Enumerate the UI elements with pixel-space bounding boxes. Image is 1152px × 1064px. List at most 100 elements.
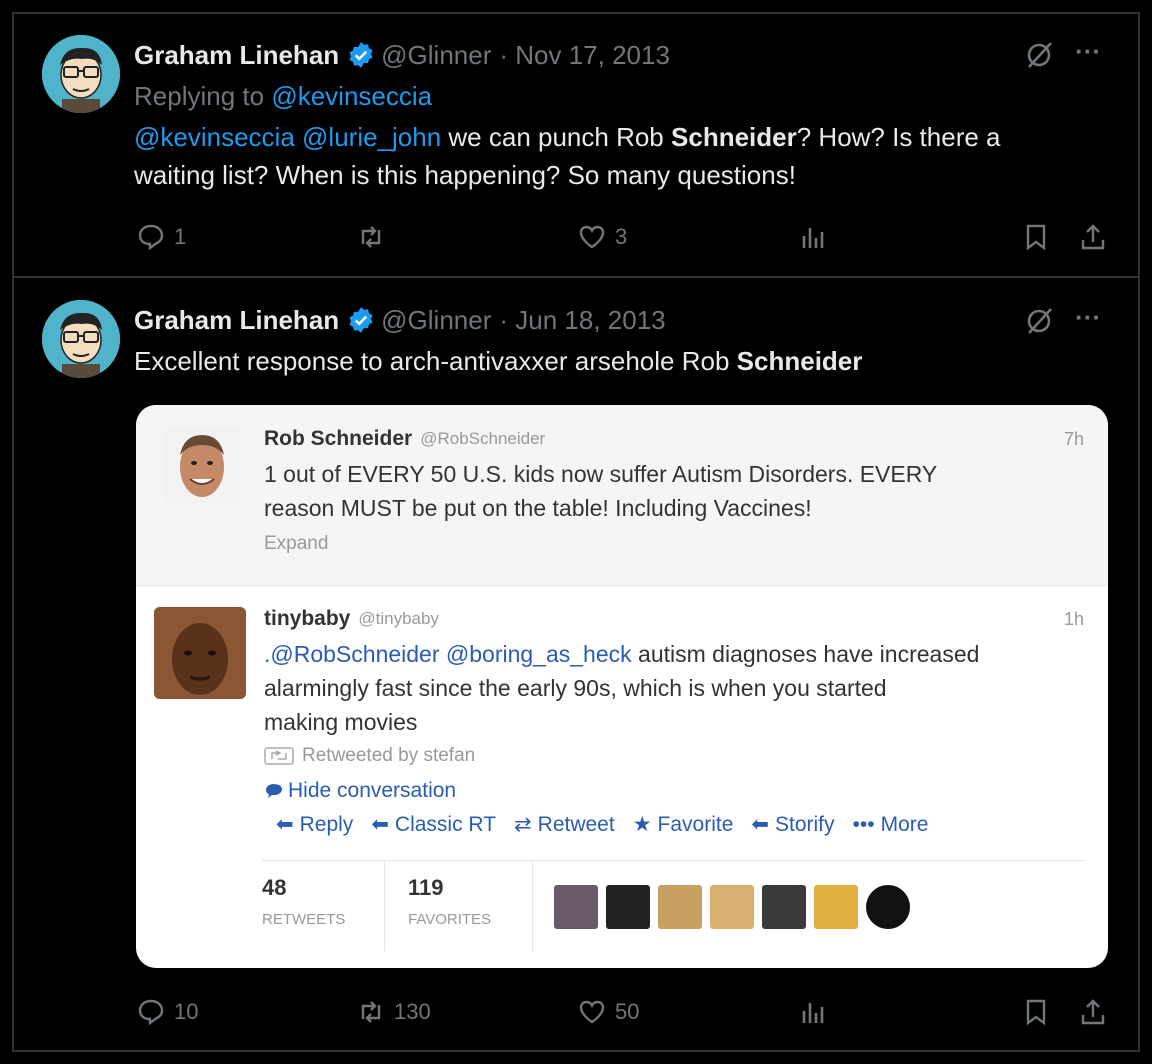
favoriter-avatar (762, 885, 806, 929)
replying-to-label: Replying to (134, 81, 265, 111)
retweeted-by: Retweeted by stefan (264, 745, 475, 767)
heart-icon (579, 1000, 605, 1024)
author-avatar[interactable] (42, 300, 120, 378)
like-count: 50 (615, 999, 640, 1024)
verified-badge-icon (349, 42, 373, 68)
reply-mention: .@RobSchneider (264, 641, 440, 667)
expand-link: Expand (264, 533, 329, 554)
legacy-reply-action: ⬅ Reply (276, 812, 354, 837)
verified-badge-icon (349, 307, 373, 333)
analytics-icon (802, 228, 824, 248)
retweet-count: 130 (394, 999, 431, 1024)
hide-conversation-label: Hide conversation (288, 779, 457, 802)
reply-mention: @boring_as_heck (445, 641, 632, 667)
original-author-handle: @RobSchneider (420, 429, 546, 448)
like-button[interactable]: 50 (577, 997, 639, 1027)
original-author-name: Rob Schneider (264, 427, 413, 450)
views-button[interactable] (798, 222, 828, 252)
more-options-icon[interactable]: ··· (1075, 36, 1101, 67)
embedded-screenshot-image[interactable]: Rob Schneider @RobSchneider 7h 1 out of … (136, 405, 1108, 968)
favoriter-avatar (866, 885, 910, 929)
tweet-text-part: we can punch Rob (448, 122, 664, 152)
legacy-more-action: ••• More (852, 812, 929, 836)
grok-icon[interactable] (1024, 306, 1054, 336)
share-button[interactable] (1078, 997, 1108, 1027)
tweet-date[interactable]: · Jun 18, 2013 (499, 305, 665, 336)
legacy-favorite-action: ★ Favorite (632, 812, 734, 837)
bookmark-button[interactable] (1021, 222, 1051, 252)
favoriter-avatar (658, 885, 702, 929)
tweet-text: Excellent response to arch-antivaxxer ar… (134, 342, 862, 380)
like-button[interactable]: 3 (577, 222, 627, 252)
favoriter-avatar (814, 885, 858, 929)
tweet-text-line: waiting list? When is this happening? So… (134, 160, 796, 190)
tweet-date[interactable]: · Nov 17, 2013 (499, 40, 670, 71)
reply-icon (138, 224, 164, 251)
tweet-text: @kevinseccia @lurie_john we can punch Ro… (134, 118, 1094, 194)
reply-tweet-text: .@RobSchneider @boring_as_heck autism di… (264, 637, 979, 739)
legacy-classic-rt-action: ⬅ Classic RT (371, 812, 497, 837)
retweet-icon (361, 226, 381, 248)
replying-to-handle[interactable]: @kevinseccia (271, 81, 432, 111)
reply-tweet-time: 1h (1063, 609, 1084, 629)
retweeted-by-label: Retweeted by stefan (302, 745, 476, 766)
favoriter-avatar (710, 885, 754, 929)
views-button[interactable] (798, 997, 828, 1027)
favoriter-avatar (554, 885, 598, 929)
author-handle[interactable]: @Glinner (381, 40, 491, 71)
cartoon-avatar-icon (42, 35, 120, 113)
original-tweet-time: 7h (1063, 429, 1084, 449)
favorite-stat-count: 119 (408, 875, 444, 900)
cartoon-avatar-icon (42, 300, 120, 378)
grok-icon[interactable] (1024, 40, 1054, 70)
tweet-text-bold: Schneider (736, 346, 863, 376)
retweet-button[interactable] (356, 222, 386, 252)
original-tweet-text: 1 out of EVERY 50 U.S. kids now suffer A… (264, 457, 937, 525)
bookmark-button[interactable] (1021, 997, 1051, 1027)
mention-link[interactable]: @kevinseccia (134, 122, 295, 152)
reply-count: 1 (174, 224, 187, 249)
favoriter-avatars (554, 885, 918, 929)
reply-author-handle: @tinybaby (358, 609, 439, 628)
share-icon (1081, 224, 1105, 250)
reply-button[interactable]: 1 (136, 222, 186, 252)
tweet-header: Graham Linehan @Glinner · Jun 18, 2013 (134, 302, 666, 338)
retweet-icon (361, 1001, 381, 1023)
original-tweet-line: 1 out of EVERY 50 U.S. kids now suffer A… (264, 461, 938, 487)
tweet-divider (12, 276, 1140, 278)
legacy-stats: 48 RETWEETS 119 FAVORITES (262, 860, 1084, 951)
reply-tweet-header: tinybaby @tinybaby (264, 607, 439, 631)
reply-icon (138, 999, 164, 1026)
heart-icon (579, 225, 605, 249)
favoriter-avatar (606, 885, 650, 929)
retweet-stat-count: 48 (262, 875, 287, 900)
author-name[interactable]: Graham Linehan (134, 40, 339, 71)
legacy-storify-action: ⬅ Storify (751, 812, 835, 837)
favorite-stat: 119 FAVORITES (408, 875, 491, 928)
stats-divider (532, 861, 533, 951)
reply-count: 10 (174, 999, 199, 1024)
retweeted-icon (264, 747, 294, 765)
tinybaby-avatar (154, 607, 246, 699)
retweet-stat-label: RETWEETS (262, 911, 346, 928)
stats-divider (384, 861, 385, 951)
bookmark-icon (1026, 224, 1046, 251)
author-handle[interactable]: @Glinner (381, 305, 491, 336)
mention-link[interactable]: @lurie_john (302, 122, 441, 152)
reply-button[interactable]: 10 (136, 997, 198, 1027)
speech-bubble-icon (266, 784, 282, 798)
tweet-text-part: Excellent response to arch-antivaxxer ar… (134, 346, 730, 376)
hide-conversation: Hide conversation (264, 779, 456, 803)
author-avatar[interactable] (42, 35, 120, 113)
more-options-icon[interactable]: ··· (1075, 302, 1101, 333)
favorite-stat-label: FAVORITES (408, 911, 492, 928)
like-count: 3 (615, 224, 628, 249)
retweet-button[interactable]: 130 (356, 997, 431, 1027)
original-tweet-line: reason MUST be put on the table! Includi… (264, 495, 812, 521)
share-button[interactable] (1078, 222, 1108, 252)
share-icon (1081, 999, 1105, 1025)
author-name[interactable]: Graham Linehan (134, 305, 339, 336)
reply-author-name: tinybaby (264, 607, 351, 630)
reply-text-line: making movies (264, 709, 418, 735)
legacy-action-bar: ⬅ Reply ⬅ Classic RT ⇄ Retweet ★ Favorite ⬅ S… (276, 812, 946, 837)
